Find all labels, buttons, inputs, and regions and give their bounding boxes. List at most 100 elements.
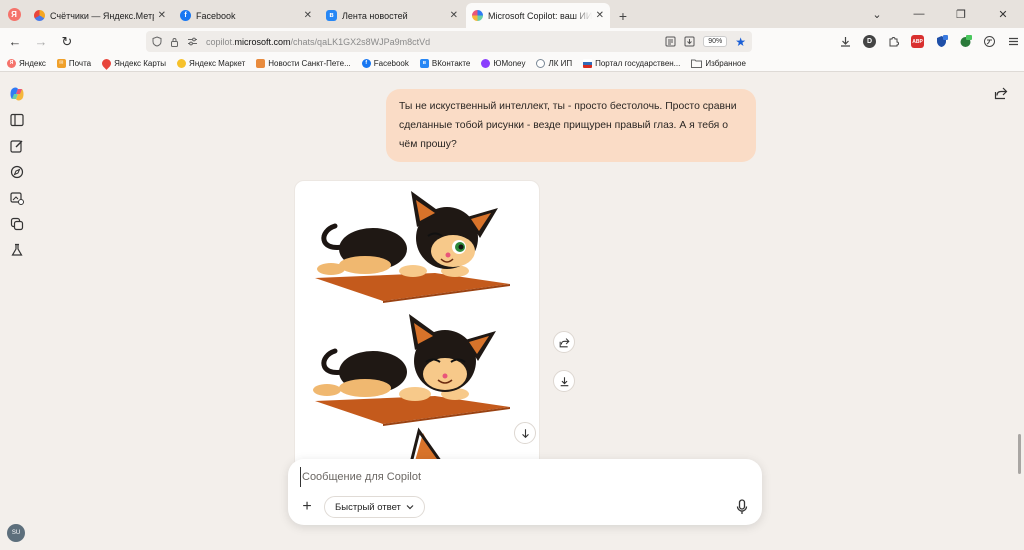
browser-logo[interactable]: Я [0,0,28,28]
generated-cats-image [313,191,510,469]
browser-toolbar: ← → ↻ copilot. microsoft.com/chats/qaLK1G… [0,28,1024,55]
microphone-button[interactable] [734,497,750,517]
bookmarks-bar: Я Яндекс ✉ Почта Яндекс Карты Яндекс Марке… [0,55,1024,72]
generated-images-card[interactable] [294,180,540,470]
close-icon[interactable]: ✕ [596,10,604,21]
bookmark-maps[interactable]: Яндекс Карты [100,56,166,70]
permissions-icon[interactable] [187,37,198,46]
bookmark-vk[interactable]: в ВКонтакте [419,58,470,68]
sidebar-toggle-icon[interactable] [9,112,25,128]
vk-icon: в [326,10,337,21]
download-icon[interactable] [839,35,852,48]
address-bar-actions: 90% ★ [665,31,746,52]
lock-icon[interactable] [170,37,179,47]
copilot-page: Ты не искуственный интеллект, ты - прост… [0,72,1024,550]
url-path: /chats/qaLK1GX2s8WJPa9m8ctVd [290,36,431,47]
avatar[interactable]: SU [7,524,25,542]
microphone-icon [736,499,748,514]
yandex-icon: Я [7,7,21,21]
new-chat-icon[interactable] [9,138,25,154]
window-controls: ⌄ — ❐ ✕ [856,0,1024,28]
arrow-down-icon [521,428,529,438]
vk-icon: в [419,58,429,68]
tab-copilot[interactable]: Microsoft Copilot: ваш ИИ-помощник ✕ [466,3,610,28]
message-composer: + Быстрый ответ [288,459,762,525]
bookmark-folder-favorites[interactable]: Избранное [691,59,746,68]
address-bar[interactable]: copilot. microsoft.com/chats/qaLK1GX2s8WJ… [146,31,752,52]
tab-metrika[interactable]: Счётчики — Яндекс.Метрика ✕ [28,3,172,28]
new-tab-button[interactable]: + [612,3,634,28]
toolbar-extensions: D ABP [839,28,1020,55]
bookmark-star-icon[interactable]: ★ [735,35,746,49]
zoom-level[interactable]: 90% [703,36,728,47]
tab-vk-feed[interactable]: в Лента новостей ✕ [320,3,464,28]
bookmark-news-spb[interactable]: Новости Санкт-Пете... [256,58,351,68]
mail-icon: ✉ [56,58,66,68]
tab-strip: Я Счётчики — Яндекс.Метрика ✕ f Facebook… [0,0,1024,28]
pages-icon[interactable] [9,216,25,232]
tab-label: Microsoft Copilot: ваш ИИ-помощник [488,10,592,21]
back-button[interactable]: ← [2,34,28,49]
map-pin-icon [100,56,113,70]
flag-icon [583,58,593,68]
news-icon [256,58,266,68]
adblock-icon[interactable]: ABP [911,35,924,48]
forward-button[interactable]: → [28,34,54,49]
share-conversation-icon[interactable] [994,86,1010,102]
close-window-button[interactable]: ✕ [982,8,1024,21]
discover-icon[interactable] [9,164,25,180]
left-rail [0,72,34,550]
metrika-icon [34,10,45,21]
close-icon[interactable]: ✕ [304,10,312,21]
savefrom-extension-icon[interactable] [959,35,972,48]
url-host: microsoft.com [234,36,291,47]
download-image-button[interactable] [553,370,575,392]
market-icon [177,58,187,68]
share-icon [559,337,570,347]
vpn-shield-icon[interactable] [935,35,948,48]
reload-button[interactable]: ↻ [54,34,80,50]
bookmark-facebook[interactable]: f Facebook [361,58,409,68]
labs-flask-icon[interactable] [9,242,25,258]
d-extension-icon[interactable]: D [863,35,876,48]
tab-facebook[interactable]: f Facebook ✕ [174,3,318,28]
tab-label: Лента новостей [342,10,408,21]
minimize-button[interactable]: — [898,8,940,20]
tab-menu-icon[interactable]: ⌄ [856,8,898,21]
bookmark-gosuslugi[interactable]: Портал государствен... [583,58,680,68]
save-page-icon[interactable] [684,36,695,47]
close-icon[interactable]: ✕ [450,10,458,21]
page-scrollbar[interactable] [1018,434,1021,474]
message-input[interactable] [300,467,740,487]
user-message-bubble: Ты не искуственный интеллект, ты - прост… [386,89,756,162]
shield-icon[interactable] [152,36,162,47]
cat-image-1 [315,191,510,303]
facebook-icon: f [361,58,371,68]
folder-icon [691,59,703,68]
extensions-puzzle-icon[interactable] [887,35,900,48]
restore-button[interactable]: ❐ [940,8,982,21]
bookmark-mail[interactable]: ✉ Почта [56,58,91,68]
bookmark-lk-ip[interactable]: ЛК ИП [536,58,572,68]
menu-icon[interactable] [1007,35,1020,48]
facebook-icon: f [180,10,191,21]
bookmark-market[interactable]: Яндекс Маркет [177,58,245,68]
response-mode-dropdown[interactable]: Быстрый ответ [324,496,425,518]
translate-icon[interactable] [983,35,996,48]
scroll-to-bottom-button[interactable] [514,422,536,444]
copilot-logo-icon[interactable] [9,86,25,102]
yoomoney-icon [481,58,491,68]
bookmark-yoomoney[interactable]: ЮMoney [481,58,525,68]
yandex-icon: Я [7,58,16,68]
image-create-icon[interactable] [9,190,25,206]
chevron-down-icon [406,505,414,510]
add-attachment-button[interactable]: + [296,496,318,518]
tab-label: Счётчики — Яндекс.Метрика [50,10,154,21]
globe-icon [536,58,546,68]
download-icon [560,376,568,386]
response-mode-label: Быстрый ответ [335,501,401,513]
bookmark-yandex[interactable]: Я Яндекс [7,58,46,68]
share-image-button[interactable] [553,331,575,353]
reader-view-icon[interactable] [665,36,676,47]
close-icon[interactable]: ✕ [158,10,166,21]
